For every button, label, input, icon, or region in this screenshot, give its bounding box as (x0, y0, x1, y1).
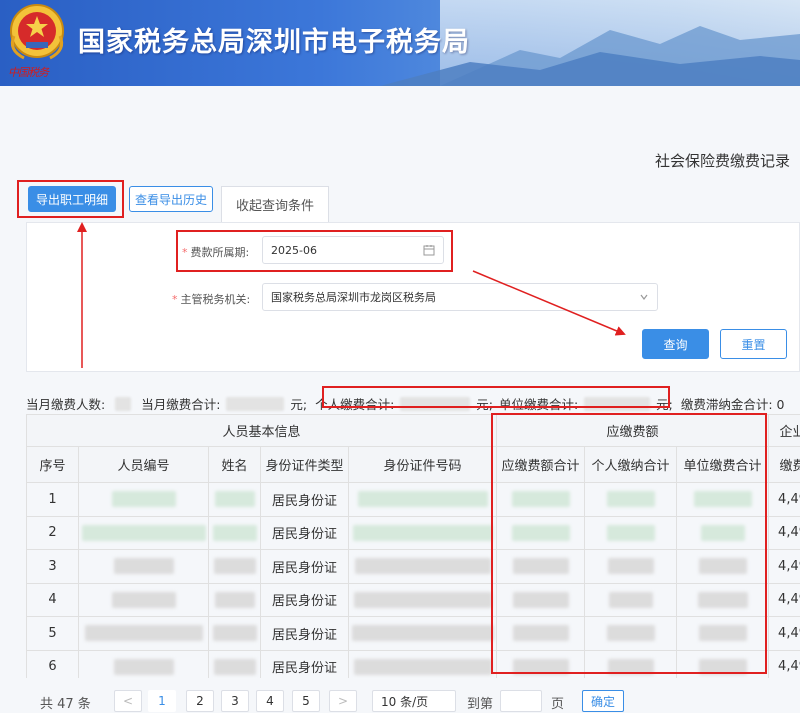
site-title: 国家税务总局深圳市电子税务局 (78, 27, 470, 58)
total-count: 共 47 条 (40, 697, 91, 712)
annotation-box-period (176, 230, 453, 272)
group-header-enterprise: 企业 (768, 414, 800, 447)
col-person-id: 人员编号 (78, 446, 209, 483)
tab-collapse-query[interactable]: 收起查询条件 (221, 186, 329, 222)
prev-page-button[interactable]: < (114, 690, 142, 712)
page-size-select[interactable]: 10 条/页 (372, 690, 456, 712)
agency-label: * 主管税务机关: (172, 293, 251, 306)
emblem-caption: 中国税务 (8, 66, 49, 79)
col-id-number: 身份证件号码 (347, 446, 498, 483)
page-1[interactable]: 1 (148, 690, 176, 712)
page-5[interactable]: 5 (292, 690, 320, 712)
page-4[interactable]: 4 (256, 690, 284, 712)
goto-label: 到第 (467, 697, 494, 712)
reset-button[interactable]: 重置 (720, 329, 787, 359)
tax-emblem-icon (10, 4, 64, 60)
col-name: 姓名 (208, 446, 261, 483)
annotation-box-personal-total (322, 386, 670, 408)
page-2[interactable]: 2 (186, 690, 214, 712)
pagination: 共 47 条 < 1 2 3 4 5 > 10 条/页 到第 页 确定 (26, 688, 800, 713)
export-history-button[interactable]: 查看导出历史 (129, 186, 213, 212)
next-page-button[interactable]: > (329, 690, 357, 712)
query-button[interactable]: 查询 (642, 329, 709, 359)
col-index: 序号 (26, 446, 79, 483)
col-id-type: 身份证件类型 (260, 446, 349, 483)
header-banner: 中国税务 国家税务总局深圳市电子税务局 (0, 0, 800, 86)
chevron-down-icon (640, 294, 648, 300)
page-3[interactable]: 3 (221, 690, 249, 712)
goto-page-input[interactable] (500, 690, 542, 712)
annotation-box-export (17, 180, 124, 218)
page-title: 社会保险费缴费记录 (654, 152, 790, 170)
annotation-box-payable (491, 413, 767, 674)
group-header-basic-info: 人员基本信息 (26, 414, 498, 447)
goto-confirm-button[interactable]: 确定 (582, 690, 624, 712)
page-unit-label: 页 (551, 697, 565, 712)
col-enterprise-payment: 缴费 (768, 446, 800, 483)
agency-select[interactable]: 国家税务总局深圳市龙岗区税务局 (262, 283, 658, 311)
